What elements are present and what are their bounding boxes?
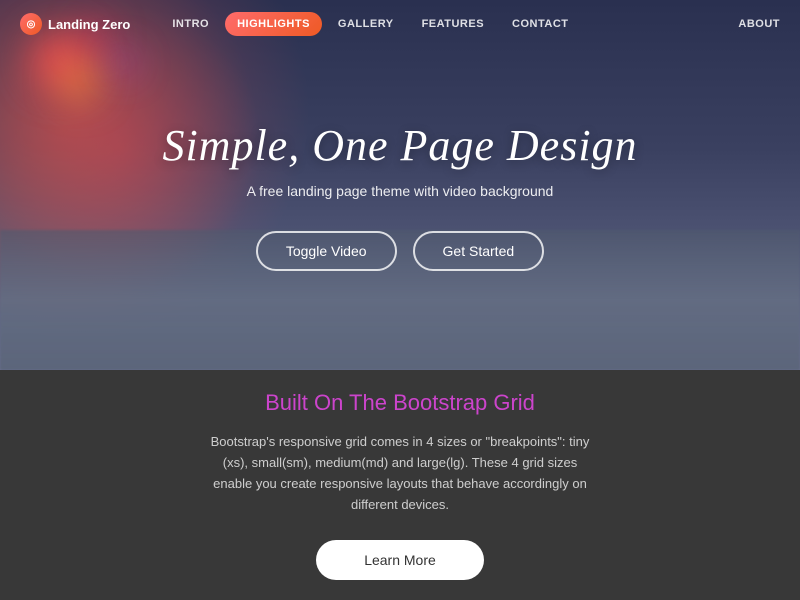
hero-buttons: Toggle Video Get Started (162, 231, 637, 271)
brand-logo[interactable]: ◎ Landing Zero (20, 13, 130, 35)
bokeh-light-2 (60, 60, 100, 100)
nav-links: INTRO HIGHLIGHTS GALLERY FEATURES CONTAC… (160, 12, 738, 36)
learn-more-button[interactable]: Learn More (316, 540, 484, 580)
section-title: Built On The Bootstrap Grid (265, 390, 535, 416)
hero-subtitle: A free landing page theme with video bac… (162, 183, 637, 199)
nav-link-contact[interactable]: CONTACT (500, 12, 580, 36)
nav-link-gallery[interactable]: GALLERY (326, 12, 406, 36)
section-description: Bootstrap's responsive grid comes in 4 s… (210, 432, 590, 515)
nav-link-features[interactable]: FEATURES (410, 12, 496, 36)
brand-icon: ◎ (20, 13, 42, 35)
bokeh-light-4 (110, 50, 135, 75)
hero-section: Simple, One Page Design A free landing p… (0, 0, 800, 370)
hero-title: Simple, One Page Design (162, 120, 637, 171)
bootstrap-section: Built On The Bootstrap Grid Bootstrap's … (0, 370, 800, 600)
hero-content: Simple, One Page Design A free landing p… (162, 100, 637, 271)
toggle-video-button[interactable]: Toggle Video (256, 231, 397, 271)
nav-link-highlights[interactable]: HIGHLIGHTS (225, 12, 322, 36)
get-started-button[interactable]: Get Started (413, 231, 545, 271)
nav-about[interactable]: ABOUT (738, 18, 780, 30)
nav-link-intro[interactable]: INTRO (160, 12, 221, 36)
brand-label: Landing Zero (48, 17, 130, 32)
navigation: ◎ Landing Zero INTRO HIGHLIGHTS GALLERY … (0, 0, 800, 48)
